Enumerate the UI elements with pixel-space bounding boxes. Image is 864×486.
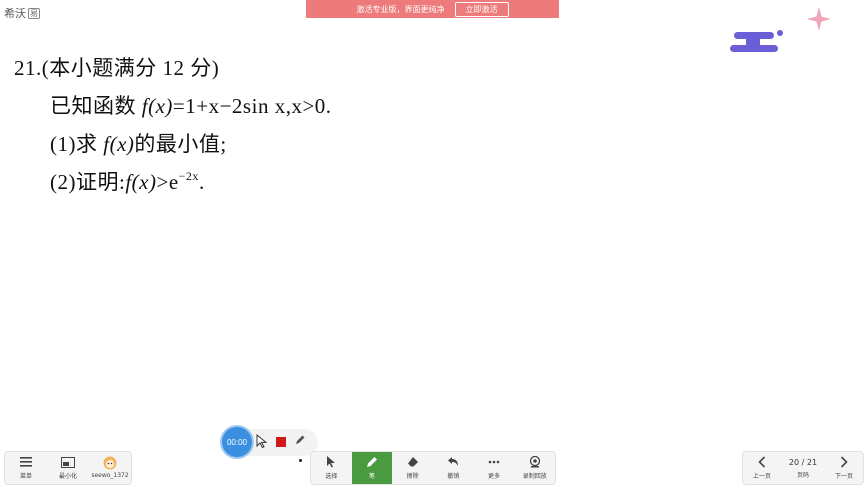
eraser-tool-label: 擦除 bbox=[406, 473, 419, 480]
problem-line3-exponent: −2x bbox=[178, 169, 199, 183]
more-icon bbox=[487, 456, 501, 468]
minimize-icon bbox=[61, 456, 75, 468]
select-tool-button[interactable]: 选择 bbox=[311, 452, 352, 484]
sparkle-icon bbox=[807, 7, 831, 31]
menu-label: 菜单 bbox=[19, 473, 32, 480]
page-indicator: 20 / 21 bbox=[788, 457, 818, 467]
problem-line1-rest: =1+x−2sin x,x>0. bbox=[172, 94, 332, 118]
dot-marker bbox=[299, 459, 302, 462]
next-page-label: 下一页 bbox=[834, 473, 853, 480]
problem-statement: 已知函数 f(x)=1+x−2sin x,x>0. bbox=[50, 90, 332, 120]
more-label: 更多 bbox=[488, 473, 501, 480]
problem-line2-func: f(x) bbox=[103, 132, 135, 156]
record-playback-button[interactable]: 录制回放 bbox=[514, 452, 555, 484]
minimize-button[interactable]: 最小化 bbox=[47, 452, 89, 484]
undo-label: 撤销 bbox=[447, 473, 460, 480]
record-timer-button[interactable]: 00:00 bbox=[222, 427, 252, 457]
eraser-tool-button[interactable]: 擦除 bbox=[392, 452, 433, 484]
problem-part-1: (1)求 f(x)的最小值; bbox=[50, 128, 227, 158]
menu-button[interactable]: 菜单 bbox=[5, 452, 47, 484]
problem-part-2: (2)证明:f(x)>e−2x. bbox=[50, 166, 205, 196]
minimize-label: 最小化 bbox=[58, 473, 77, 480]
problem-line3-end: . bbox=[198, 170, 205, 194]
pen-icon[interactable] bbox=[294, 434, 306, 446]
activation-banner-text: 激活专业版，界面更纯净 bbox=[356, 4, 445, 14]
record-playback-label: 录制回放 bbox=[522, 473, 547, 480]
cursor-icon[interactable] bbox=[256, 434, 268, 448]
problem-line3-func: f(x) bbox=[125, 170, 157, 194]
chevron-left-icon bbox=[755, 456, 769, 468]
select-tool-label: 选择 bbox=[325, 473, 338, 480]
prev-page-label: 上一页 bbox=[752, 473, 771, 480]
problem-line2-prefix: (1)求 bbox=[50, 132, 104, 156]
app-logo-badge: 易 bbox=[28, 7, 40, 19]
record-icon bbox=[528, 456, 542, 468]
user-label: seewo_1372 bbox=[91, 472, 129, 479]
page-toolbar: 上一页 20 / 21 页码 下一页 bbox=[742, 451, 864, 485]
problem-line3-prefix: (2)证明: bbox=[50, 170, 126, 194]
app-logo: 希沃 易 bbox=[4, 5, 40, 21]
select-icon bbox=[324, 456, 338, 468]
more-button[interactable]: 更多 bbox=[474, 452, 515, 484]
page-number-button[interactable]: 20 / 21 页码 bbox=[781, 452, 825, 484]
undo-icon bbox=[446, 456, 460, 468]
left-toolbar: 菜单 最小化 seewo_1372 bbox=[4, 451, 132, 485]
page-number-label: 页码 bbox=[796, 471, 809, 479]
menu-icon bbox=[19, 456, 33, 468]
app-logo-text: 希沃 bbox=[4, 7, 26, 20]
pen-tool-label: 笔 bbox=[369, 473, 376, 480]
problem-line2-rest: 的最小值; bbox=[134, 132, 227, 156]
pen-tool-button[interactable]: 笔 bbox=[351, 452, 393, 484]
eraser-icon bbox=[406, 456, 420, 468]
problem-line1-func: f(x) bbox=[141, 94, 173, 118]
brand-logo-icon bbox=[730, 30, 783, 52]
pen-tool-icon bbox=[365, 456, 379, 468]
user-button[interactable]: seewo_1372 bbox=[89, 452, 131, 484]
chevron-right-icon bbox=[837, 456, 851, 468]
next-page-button[interactable]: 下一页 bbox=[825, 452, 863, 484]
problem-line3-rest: >e bbox=[156, 170, 179, 194]
undo-button[interactable]: 撤销 bbox=[433, 452, 474, 484]
problem-line1-prefix: 已知函数 bbox=[50, 94, 142, 118]
stop-record-button[interactable] bbox=[276, 437, 286, 447]
activate-button[interactable]: 立即激活 bbox=[454, 1, 509, 17]
activation-banner: 激活专业版，界面更纯净 立即激活 bbox=[306, 0, 559, 18]
avatar-icon bbox=[103, 456, 117, 470]
prev-page-button[interactable]: 上一页 bbox=[743, 452, 781, 484]
tool-toolbar: 选择 笔 擦除 撤销 更多 录制回放 bbox=[310, 451, 556, 485]
problem-heading: 21.(本小题满分 12 分) bbox=[14, 56, 220, 80]
